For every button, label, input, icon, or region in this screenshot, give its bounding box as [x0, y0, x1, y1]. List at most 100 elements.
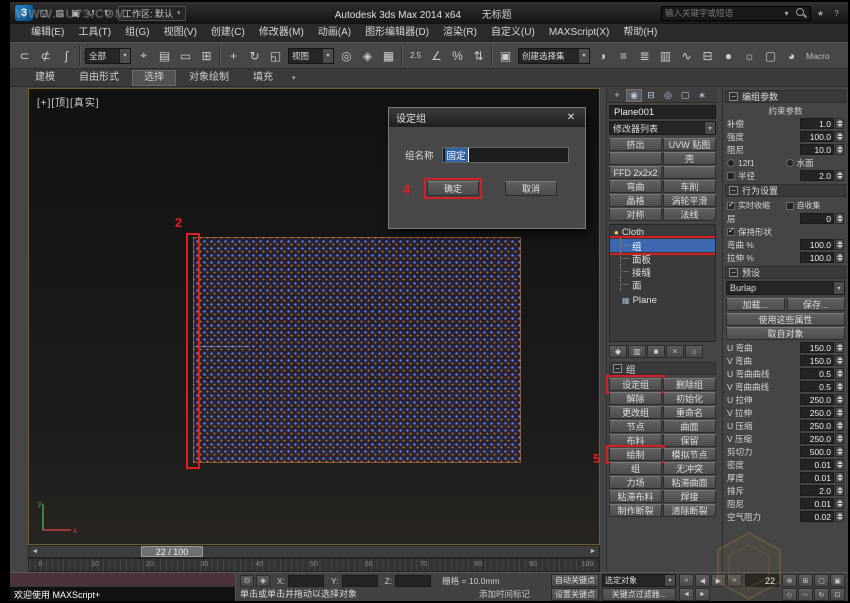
percent-snap-icon[interactable]: %: [447, 45, 468, 66]
zoom-extents-icon[interactable]: ▢: [814, 574, 829, 587]
select-and-manipulate-icon[interactable]: ◈: [357, 45, 378, 66]
timeline-forward-icon[interactable]: ►: [587, 546, 599, 557]
modifier-button-晶格[interactable]: 晶格: [609, 194, 662, 207]
angle-snap-icon[interactable]: ∠: [426, 45, 447, 66]
layer-manager-icon[interactable]: ≣: [634, 45, 655, 66]
group-button-保留[interactable]: 保留: [663, 434, 716, 447]
stack-item-接缝[interactable]: 接缝: [610, 265, 715, 278]
modifier-button-壳[interactable]: 壳: [663, 152, 716, 165]
next-key-icon[interactable]: ►: [695, 588, 710, 601]
ribbon-tab-1[interactable]: 建模: [24, 70, 66, 86]
field-of-view-icon[interactable]: ◇: [782, 588, 797, 601]
timeline-back-icon[interactable]: ◄: [29, 546, 41, 557]
group-button-焊接[interactable]: 焊接: [663, 490, 716, 503]
spinner[interactable]: [835, 213, 844, 224]
select-and-move-icon[interactable]: +: [223, 45, 244, 66]
create-tab-icon[interactable]: +: [609, 89, 625, 102]
menu-item-12[interactable]: 帮助(H): [616, 24, 664, 41]
group-button-绘制[interactable]: 绘制: [609, 448, 662, 461]
modifier-button-挤出[interactable]: 挤出: [609, 138, 662, 151]
param-field[interactable]: 250.0: [800, 407, 834, 418]
unlink-selection-icon[interactable]: ⊄: [35, 45, 56, 66]
spinner[interactable]: [835, 407, 844, 418]
param-field[interactable]: 250.0: [800, 433, 834, 444]
spinner[interactable]: [835, 485, 844, 496]
use-properties-button[interactable]: 使用这些属性: [726, 313, 845, 326]
param-field[interactable]: 250.0: [800, 394, 834, 405]
pan-icon[interactable]: ↔: [798, 588, 813, 601]
param-field[interactable]: 0.01: [800, 472, 834, 483]
modifier-button-车削[interactable]: 车削: [663, 180, 716, 193]
param-field[interactable]: 100.0: [800, 131, 834, 142]
menu-item-9[interactable]: 渲染(R): [436, 24, 484, 41]
group-button-模拟节点[interactable]: 模拟节点: [663, 448, 716, 461]
spinner[interactable]: [835, 420, 844, 431]
play-icon[interactable]: ▶: [711, 574, 726, 587]
mirror-icon[interactable]: ◑: [592, 45, 613, 66]
stack-item-面板[interactable]: 面板: [610, 252, 715, 265]
load-button[interactable]: 加载...: [726, 298, 785, 311]
spinner[interactable]: [835, 459, 844, 470]
make-unique-icon[interactable]: ■: [647, 345, 665, 358]
modifier-button-涡轮平滑[interactable]: 涡轮平滑: [663, 194, 716, 207]
dialog-title-bar[interactable]: 设定组 ✕: [389, 108, 585, 127]
param-field[interactable]: 250.0: [800, 420, 834, 431]
menu-item-11[interactable]: MAXScript(X): [542, 24, 617, 41]
zoom-all-icon[interactable]: ⊞: [798, 574, 813, 587]
search-icon[interactable]: [795, 7, 807, 19]
menu-item-1[interactable]: 编辑(E): [24, 24, 71, 41]
maximize-viewport-icon[interactable]: ⊡: [830, 588, 845, 601]
material-editor-icon[interactable]: ●: [718, 45, 739, 66]
rendered-frame-icon[interactable]: ▢: [760, 45, 781, 66]
lock-selection-icon[interactable]: ◈: [256, 575, 270, 587]
group-button-初始化[interactable]: 初始化: [663, 392, 716, 405]
viewport-label[interactable]: [+][顶][真实]: [37, 94, 100, 109]
group-button-节点[interactable]: 节点: [609, 420, 662, 433]
named-selection-set-select[interactable]: 创建选择集▾: [518, 48, 590, 64]
motion-tab-icon[interactable]: ◎: [660, 89, 676, 102]
display-tab-icon[interactable]: ▢: [677, 89, 693, 102]
time-tag-button[interactable]: 添加时间标记: [479, 588, 530, 600]
y-coordinate-field[interactable]: [342, 575, 378, 587]
chevron-down-icon[interactable]: ▾: [780, 7, 793, 20]
set-key-button[interactable]: 设置关键点: [551, 588, 599, 601]
graphite-ribbon-icon[interactable]: ▥: [655, 45, 676, 66]
group-button-无冲突[interactable]: 无冲突: [663, 462, 716, 475]
group-button-解除[interactable]: 解除: [609, 392, 662, 405]
listener-line[interactable]: 欢迎使用 MAXScript+: [10, 587, 235, 601]
hierarchy-tab-icon[interactable]: ⊟: [643, 89, 659, 102]
remove-modifier-icon[interactable]: ×: [666, 345, 684, 358]
isolate-selection-icon[interactable]: ⊙: [240, 575, 254, 587]
modifier-button-blank[interactable]: [663, 166, 716, 179]
zoom-extents-all-icon[interactable]: ▣: [830, 574, 845, 587]
spinner[interactable]: [835, 472, 844, 483]
group-params-header[interactable]: − 编组参数: [725, 90, 846, 103]
modifier-button-FFD 2x2x2[interactable]: FFD 2x2x2: [609, 166, 662, 179]
x-coordinate-field[interactable]: [288, 575, 324, 587]
stack-item-root[interactable]: ●Cloth: [610, 226, 715, 239]
group-button-设定组[interactable]: 设定组: [609, 378, 662, 391]
modifier-list-select[interactable]: 修改器列表 ▾: [609, 121, 716, 135]
go-to-start-icon[interactable]: «: [679, 574, 694, 587]
group-button-清除断裂[interactable]: 清除断裂: [663, 504, 716, 517]
edit-named-selections-icon[interactable]: ▣: [495, 45, 516, 66]
spinner[interactable]: [835, 446, 844, 457]
ribbon-tab-5[interactable]: 填充: [242, 70, 284, 86]
select-and-link-icon[interactable]: ⊂: [14, 45, 35, 66]
modifier-button-UVW 贴图[interactable]: UVW 贴图: [663, 138, 716, 151]
go-to-end-icon[interactable]: »: [727, 574, 742, 587]
menu-item-5[interactable]: 创建(C): [204, 24, 252, 41]
previous-key-icon[interactable]: ◄: [679, 588, 694, 601]
radius-checkbox[interactable]: [727, 172, 735, 180]
spinner[interactable]: [835, 355, 844, 366]
group-button-布料[interactable]: 布料: [609, 434, 662, 447]
spinner[interactable]: [835, 368, 844, 379]
select-and-scale-icon[interactable]: ◱: [265, 45, 286, 66]
utilities-tab-icon[interactable]: ∗: [694, 89, 710, 102]
menu-item-6[interactable]: 修改器(M): [252, 24, 311, 41]
spinner[interactable]: [835, 342, 844, 353]
spinner-snap-icon[interactable]: ⇅: [468, 45, 489, 66]
menu-item-4[interactable]: 视图(V): [157, 24, 204, 41]
save-file-icon[interactable]: ▣: [68, 6, 83, 21]
modify-tab-icon[interactable]: ◉: [626, 89, 642, 102]
